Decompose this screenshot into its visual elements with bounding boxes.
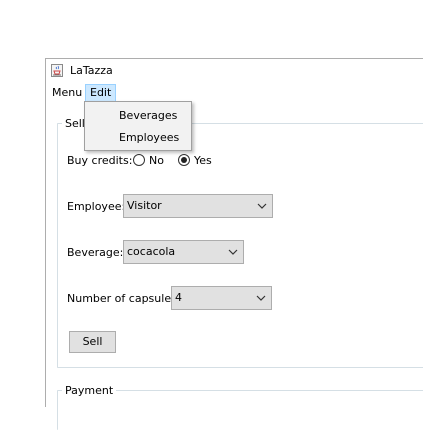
menu-menu[interactable]: Menu xyxy=(48,84,86,102)
payment-group: Payment xyxy=(57,384,423,430)
buy-credits-no-label[interactable]: No xyxy=(149,154,164,167)
beverage-select-value: cocacola xyxy=(127,245,176,258)
title-bar: LaTazza xyxy=(46,59,423,83)
menu-item-beverages[interactable]: Beverages xyxy=(85,106,191,126)
employee-label: Employee: xyxy=(67,200,126,213)
capsules-label: Number of capsules: xyxy=(67,292,181,305)
employee-select-value: Visitor xyxy=(127,199,162,212)
chevron-down-icon xyxy=(256,295,266,301)
buy-credits-yes-label[interactable]: Yes xyxy=(194,154,212,167)
employee-select[interactable]: Visitor xyxy=(123,194,273,218)
menu-item-employees[interactable]: Employees xyxy=(85,128,191,148)
capsules-select-value: 4 xyxy=(175,291,182,304)
chevron-down-icon xyxy=(257,203,267,209)
menu-item-beverages-label: Beverages xyxy=(119,109,178,122)
window-title: LaTazza xyxy=(70,64,113,77)
menu-edit[interactable]: Edit xyxy=(85,84,117,102)
sell-group: Sell c Buy credits: No Yes Employee: Vis… xyxy=(57,117,423,368)
buy-credits-yes-radio[interactable] xyxy=(178,154,190,166)
buy-credits-no-radio[interactable] xyxy=(133,154,145,166)
menu-bar: Menu Edit xyxy=(46,83,423,103)
edit-dropdown-menu: Beverages Employees xyxy=(84,101,192,151)
sell-button[interactable]: Sell xyxy=(69,331,116,353)
buy-credits-label: Buy credits: xyxy=(67,154,133,167)
beverage-label: Beverage: xyxy=(67,246,124,259)
capsules-select[interactable]: 4 xyxy=(171,286,272,310)
java-cup-icon xyxy=(51,64,63,77)
payment-group-title: Payment xyxy=(62,384,117,397)
beverage-select[interactable]: cocacola xyxy=(123,240,244,264)
chevron-down-icon xyxy=(228,249,238,255)
menu-item-employees-label: Employees xyxy=(119,131,180,144)
